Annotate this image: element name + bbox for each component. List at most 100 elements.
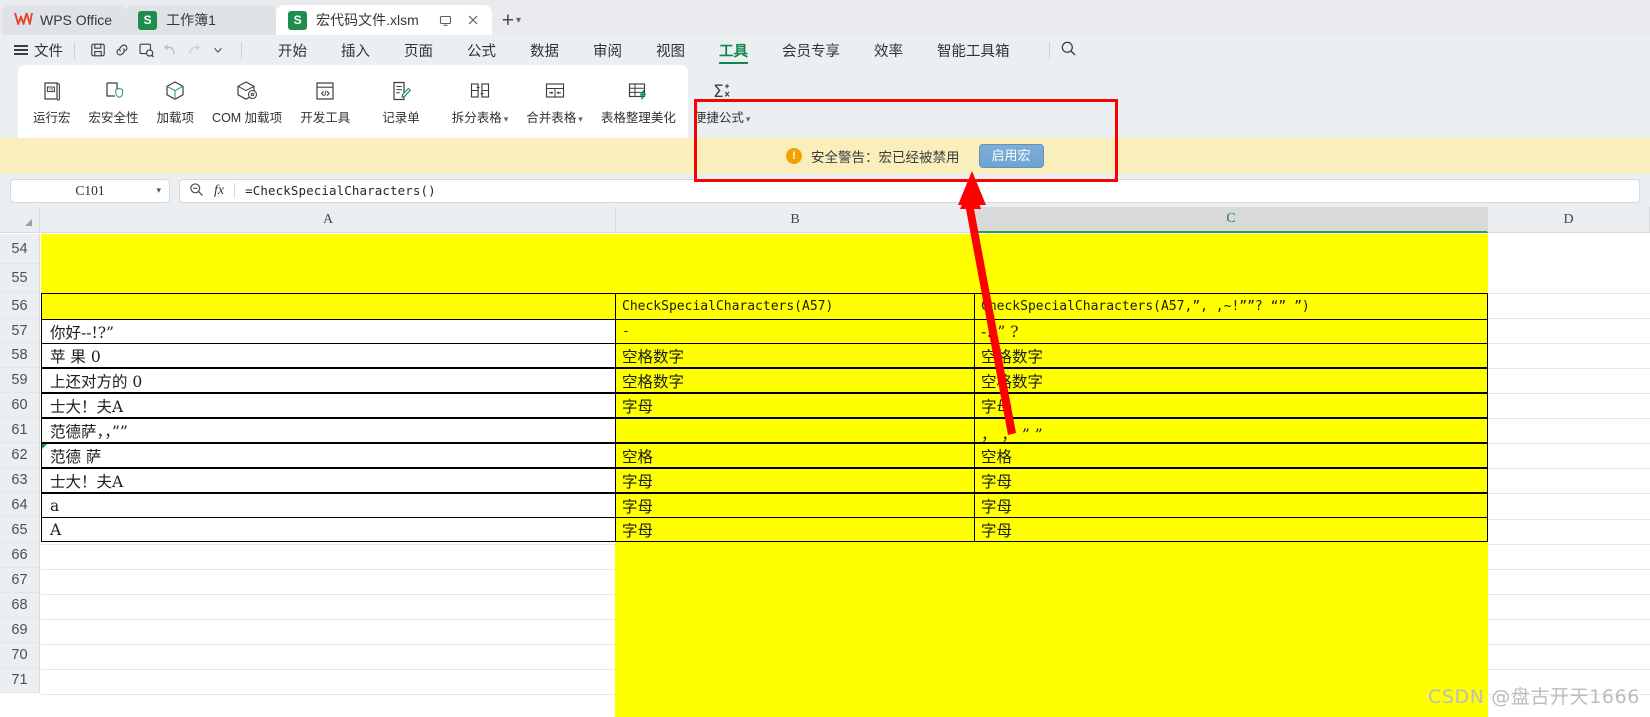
row-header-65[interactable]: 65 (0, 517, 40, 543)
ribbon-tab-label: 公式 (467, 43, 496, 60)
ribbon-tab-insert[interactable]: 插入 (324, 36, 387, 65)
name-box[interactable]: C101 ▾ (10, 178, 170, 203)
row-header-64[interactable]: 64 (0, 493, 40, 517)
link-icon[interactable] (110, 39, 134, 61)
addin-button[interactable]: 加载项 (148, 76, 204, 128)
fx-icon[interactable]: fx (214, 183, 224, 199)
chevron-down-icon[interactable]: ▾ (578, 114, 583, 124)
row-header-55[interactable]: 55 (0, 264, 40, 293)
redo-icon[interactable] (182, 39, 206, 61)
zoom-out-icon[interactable] (189, 182, 204, 200)
ribbon-tab-smart-toolbox[interactable]: 智能工具箱 (920, 36, 1027, 65)
addin-icon (163, 78, 187, 104)
ribbon-tab-label: 页面 (404, 43, 433, 60)
row-header-63[interactable]: 63 (0, 468, 40, 493)
com-addin-icon (235, 78, 259, 104)
beautify-table-icon (626, 78, 650, 104)
grid-column-d-area (1488, 293, 1650, 717)
merge-table-icon (543, 78, 567, 104)
row-header-label: 63 (11, 472, 28, 488)
ribbon-tab-view[interactable]: 视图 (639, 36, 702, 65)
row-header-62[interactable]: 62 (0, 443, 40, 468)
cell-A56[interactable] (41, 293, 616, 320)
merge-table-button[interactable]: 合并表格 ▾ (517, 76, 592, 128)
spreadsheet-grid[interactable]: CheckSpecialCharacters(A57) CheckSpecial… (0, 207, 1650, 717)
save-icon[interactable] (86, 39, 110, 61)
row-header-71[interactable]: 71 (0, 668, 40, 693)
beautify-table-button[interactable]: 表格整理美化 (592, 76, 685, 128)
row-header-66[interactable]: 66 (0, 543, 40, 568)
beautify-table-label: 表格整理美化 (600, 110, 676, 125)
row-header-60[interactable]: 60 (0, 393, 40, 418)
cell-B60-text: 字母 (622, 397, 654, 416)
chevron-down-icon[interactable]: ▾ (516, 15, 521, 26)
row-header-70[interactable]: 70 (0, 643, 40, 668)
cell-B61[interactable] (615, 418, 975, 443)
column-header-a-label: A (322, 211, 334, 227)
row-header-54[interactable]: 54 (0, 234, 40, 264)
select-all-triangle-icon (25, 219, 32, 226)
column-header-d[interactable]: D (1488, 207, 1650, 233)
row-header-61[interactable]: 61 (0, 418, 40, 443)
dev-tools-label: 开发工具 (300, 110, 351, 125)
ribbon-tab-start[interactable]: 开始 (261, 36, 324, 65)
record-form-button[interactable]: 记录单 (373, 76, 429, 128)
workbook-tab-2[interactable]: S 宏代码文件.xlsm (276, 5, 492, 35)
sheet-icon: S (288, 10, 308, 30)
row-header-68[interactable]: 68 (0, 593, 40, 618)
formula-input-area[interactable]: fx =CheckSpecialCharacters() (179, 178, 1640, 203)
wps-office-brand-tab[interactable]: WPS Office (2, 5, 127, 35)
ribbon-tab-label: 审阅 (593, 43, 622, 60)
gridline (41, 594, 615, 595)
ribbon-tab-formula[interactable]: 公式 (450, 36, 513, 65)
ribbon-tab-review[interactable]: 审阅 (576, 36, 639, 65)
row-header-57[interactable]: 57 (0, 319, 40, 343)
ribbon-tab-efficiency[interactable]: 效率 (857, 36, 920, 65)
row-header-label: 70 (11, 647, 28, 663)
gridline (41, 694, 615, 695)
chevron-down-icon[interactable]: ▾ (156, 185, 161, 196)
chevron-down-icon[interactable] (206, 39, 230, 61)
row-header-58[interactable]: 58 (0, 343, 40, 368)
record-form-icon (389, 78, 413, 104)
macro-security-button[interactable]: 宏安全性 (80, 76, 148, 128)
ribbon-tab-data[interactable]: 数据 (513, 36, 576, 65)
row-header-59[interactable]: 59 (0, 368, 40, 393)
ribbon-tab-label: 效率 (874, 43, 903, 60)
new-tab-button[interactable]: + ▾ (492, 5, 527, 35)
run-macro-button[interactable]: VB 运行宏 (24, 76, 80, 128)
row-header-label: 58 (11, 347, 28, 363)
cell-B59-text: 空格数字 (622, 372, 685, 391)
gridline (1488, 468, 1650, 469)
restore-window-icon[interactable] (437, 11, 455, 29)
ribbon-tab-page[interactable]: 页面 (387, 36, 450, 65)
workbook-tab-1[interactable]: S 工作簿1 (126, 5, 277, 35)
ribbon-tab-label: 数据 (530, 43, 559, 60)
select-all-corner[interactable] (0, 207, 40, 233)
workbook-tab-2-label: 宏代码文件.xlsm (316, 12, 419, 28)
plus-icon[interactable]: + (502, 10, 514, 31)
cell-A61-text: 范德萨，，”” (50, 422, 128, 441)
dev-tools-button[interactable]: 开发工具 (291, 76, 359, 128)
ribbon-tab-member[interactable]: 会员专享 (765, 36, 857, 65)
column-header-a[interactable]: A (41, 207, 616, 233)
undo-icon[interactable] (158, 39, 182, 61)
addin-label: 加载项 (156, 110, 195, 125)
ribbon-tab-label: 工具 (719, 43, 748, 60)
row-header-56[interactable]: 56 (0, 293, 40, 319)
com-addin-button[interactable]: COM 加载项 (203, 76, 291, 128)
formula-text[interactable]: =CheckSpecialCharacters() (245, 183, 436, 198)
close-icon[interactable] (464, 11, 482, 29)
ribbon-tab-tools[interactable]: 工具 (702, 36, 765, 65)
search-icon[interactable] (1060, 40, 1077, 61)
print-preview-icon[interactable] (134, 39, 158, 61)
column-header-d-label: D (1563, 211, 1574, 227)
file-menu-button[interactable]: 文件 (14, 40, 63, 61)
com-addin-label: COM 加载项 (212, 110, 283, 125)
row-header-67[interactable]: 67 (0, 568, 40, 593)
split-table-button[interactable]: 拆分表格 ▾ (443, 76, 518, 128)
row-header-69[interactable]: 69 (0, 618, 40, 643)
column-header-b[interactable]: B (616, 207, 975, 233)
grid-empty-area (41, 527, 615, 717)
chevron-down-icon[interactable]: ▾ (504, 114, 509, 124)
